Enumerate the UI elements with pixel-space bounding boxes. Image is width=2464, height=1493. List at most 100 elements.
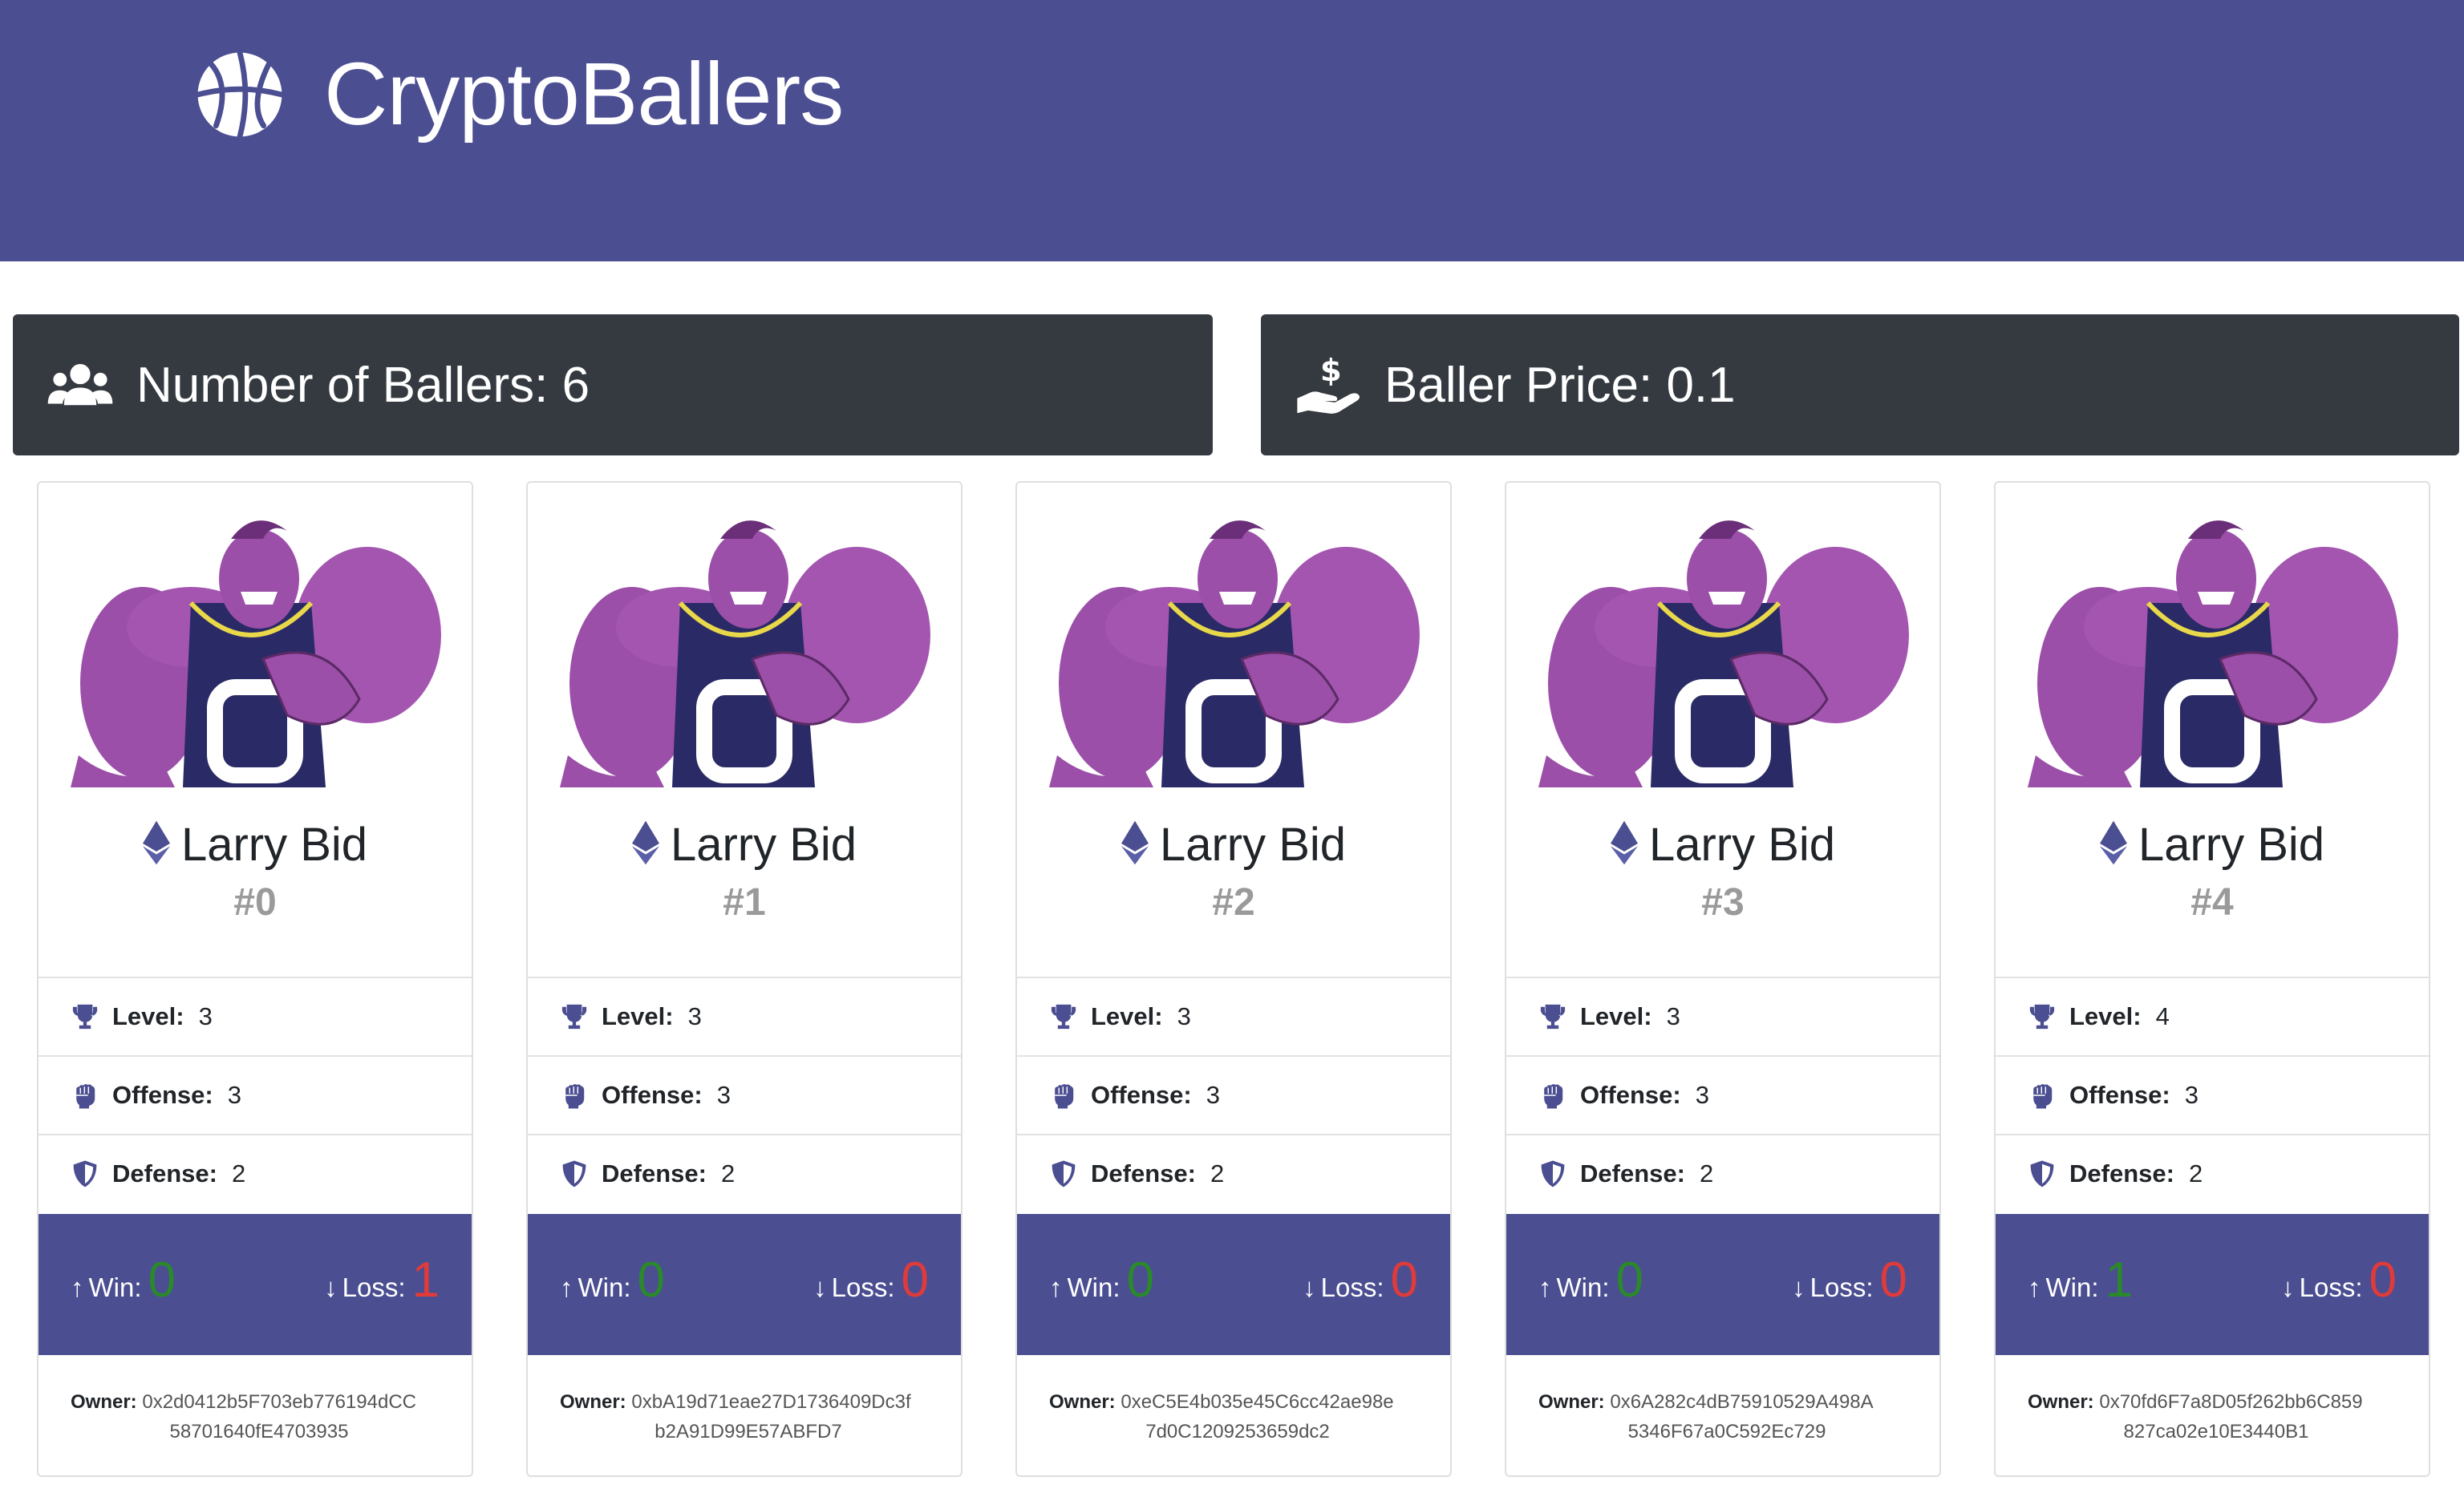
baller-name-text: Larry Bid <box>180 819 368 871</box>
arrow-down-icon: ↓ <box>2281 1272 2295 1302</box>
defense-value: 2 <box>720 1159 736 1188</box>
win-stat: ↑ Win: 0 <box>560 1256 665 1305</box>
owner-address: Owner: 0x6A282c4dB75910529A498A 5346F67a… <box>1538 1387 1915 1446</box>
player-image <box>1538 520 1909 787</box>
trophy-icon <box>2029 1004 2055 1030</box>
offense-value: 3 <box>1206 1081 1220 1109</box>
level-value: 3 <box>1666 1002 1680 1030</box>
win-loss-record: ↑ Win: 0 ↓ Loss: 0 <box>1506 1214 1939 1355</box>
arrow-up-icon: ↑ <box>1538 1272 1552 1302</box>
offense-row: Offense: 3 <box>38 1055 472 1134</box>
loss-stat: ↓ Loss: 1 <box>324 1256 440 1305</box>
loss-count: 0 <box>1390 1252 1418 1308</box>
loss-count: 0 <box>901 1252 929 1308</box>
defense-row: Defense: 2 <box>528 1134 961 1212</box>
arrow-up-icon: ↑ <box>1049 1272 1063 1302</box>
level-row: Level: 4 <box>1996 977 2429 1055</box>
navbar: CryptoBallers <box>0 0 2464 261</box>
baller-card[interactable]: Larry Bid #2 Level: 3 Offense: 3 Defense: 2… <box>1015 481 1452 1477</box>
defense-label: Defense: <box>112 1159 217 1188</box>
baller-card[interactable]: Larry Bid #3 Level: 3 Offense: 3 Defense: 2… <box>1505 481 1941 1477</box>
win-label: Win: <box>1067 1272 1121 1302</box>
offense-value: 3 <box>2184 1081 2199 1109</box>
win-label: Win: <box>88 1272 142 1302</box>
baller-name-text: Larry Bid <box>1159 819 1347 871</box>
owner-address-line2: 5346F67a0C592Ec729 <box>1627 1421 1826 1442</box>
loss-count: 0 <box>2369 1252 2397 1308</box>
basketball-logo-icon <box>195 50 285 140</box>
arrow-down-icon: ↓ <box>1303 1272 1316 1302</box>
owner-address: Owner: 0xbA19d71eae27D1736409Dc3f b2A91D… <box>560 1387 937 1446</box>
level-row: Level: 3 <box>528 977 961 1055</box>
baller-card[interactable]: Larry Bid #0 Level: 3 Offense: 3 Defense: 2… <box>37 481 473 1477</box>
baller-name: Larry Bid <box>38 818 472 872</box>
trophy-icon <box>561 1004 587 1030</box>
owner-address: Owner: 0xeC5E4b035e45C6cc42ae98e 7d0C120… <box>1049 1387 1426 1446</box>
brand[interactable]: CryptoBallers <box>194 45 844 144</box>
level-label: Level: <box>2069 1002 2142 1030</box>
baller-name: Larry Bid <box>1017 818 1450 872</box>
arrow-down-icon: ↓ <box>813 1272 827 1302</box>
shield-icon <box>73 1160 97 1188</box>
level-label: Level: <box>1091 1002 1163 1030</box>
win-label: Win: <box>2045 1272 2099 1302</box>
baller-card[interactable]: Larry Bid #4 Level: 4 Offense: 3 Defense: 2… <box>1994 481 2430 1477</box>
win-stat: ↑ Win: 1 <box>2028 1256 2133 1305</box>
defense-row: Defense: 2 <box>1017 1134 1450 1212</box>
offense-label: Offense: <box>602 1081 703 1109</box>
fist-icon <box>2033 1084 2053 1109</box>
app-title: CryptoBallers <box>324 45 844 144</box>
baller-id: #3 <box>1701 881 1745 924</box>
loss-stat: ↓ Loss: 0 <box>1303 1256 1418 1305</box>
shield-icon <box>562 1160 586 1188</box>
defense-row: Defense: 2 <box>38 1134 472 1212</box>
hand-holding-dollar-icon: $ <box>1297 353 1360 414</box>
baller-price-box: $ Baller Price: 0.1 <box>1261 314 2459 455</box>
win-loss-record: ↑ Win: 0 ↓ Loss: 0 <box>528 1214 961 1355</box>
owner-label: Owner: <box>2028 1391 2094 1413</box>
ethereum-icon <box>1121 820 1149 865</box>
defense-row: Defense: 2 <box>1506 1134 1939 1212</box>
loss-count: 1 <box>411 1252 440 1308</box>
arrow-up-icon: ↑ <box>560 1272 573 1302</box>
win-stat: ↑ Win: 0 <box>71 1256 176 1305</box>
svg-text:$: $ <box>1320 353 1342 389</box>
baller-id: #0 <box>233 881 277 924</box>
arrow-down-icon: ↓ <box>324 1272 338 1302</box>
fist-icon <box>76 1084 95 1109</box>
baller-price: Baller Price: 0.1 <box>1384 357 1736 413</box>
defense-value: 2 <box>2188 1159 2203 1188</box>
player-image <box>2028 520 2398 787</box>
baller-card[interactable]: Larry Bid #1 Level: 3 Offense: 3 Defense: 2… <box>526 481 962 1477</box>
level-value: 4 <box>2155 1002 2170 1030</box>
owner-label: Owner: <box>1049 1391 1116 1413</box>
win-count: 0 <box>1615 1252 1643 1308</box>
win-count: 0 <box>637 1252 665 1308</box>
defense-label: Defense: <box>2069 1159 2174 1188</box>
owner-address-line2: b2A91D99E57ABFD7 <box>654 1421 842 1442</box>
win-count: 0 <box>1126 1252 1154 1308</box>
offense-row: Offense: 3 <box>1017 1055 1450 1134</box>
offense-label: Offense: <box>1091 1081 1192 1109</box>
level-value: 3 <box>198 1002 213 1030</box>
owner-address-line1: 0xbA19d71eae27D1736409Dc3f <box>631 1391 911 1413</box>
player-image <box>560 520 930 787</box>
level-value: 3 <box>687 1002 702 1030</box>
offense-value: 3 <box>227 1081 241 1109</box>
level-row: Level: 3 <box>38 977 472 1055</box>
level-row: Level: 3 <box>1506 977 1939 1055</box>
defense-value: 2 <box>1699 1159 1714 1188</box>
defense-label: Defense: <box>602 1159 707 1188</box>
player-image <box>71 520 441 787</box>
owner-address: Owner: 0x2d0412b5F703eb776194dCC 5870164… <box>71 1387 448 1446</box>
loss-label: Loss: <box>342 1272 406 1302</box>
level-row: Level: 3 <box>1017 977 1450 1055</box>
offense-row: Offense: 3 <box>528 1055 961 1134</box>
owner-address-line2: 827ca02e10E3440B1 <box>2123 1421 2309 1442</box>
ballers-count-box: Number of Ballers: 6 <box>13 314 1213 455</box>
player-image <box>1049 520 1420 787</box>
baller-name-text: Larry Bid <box>670 819 857 871</box>
ballers-count: Number of Ballers: 6 <box>136 357 590 413</box>
offense-value: 3 <box>716 1081 731 1109</box>
arrow-up-icon: ↑ <box>71 1272 84 1302</box>
